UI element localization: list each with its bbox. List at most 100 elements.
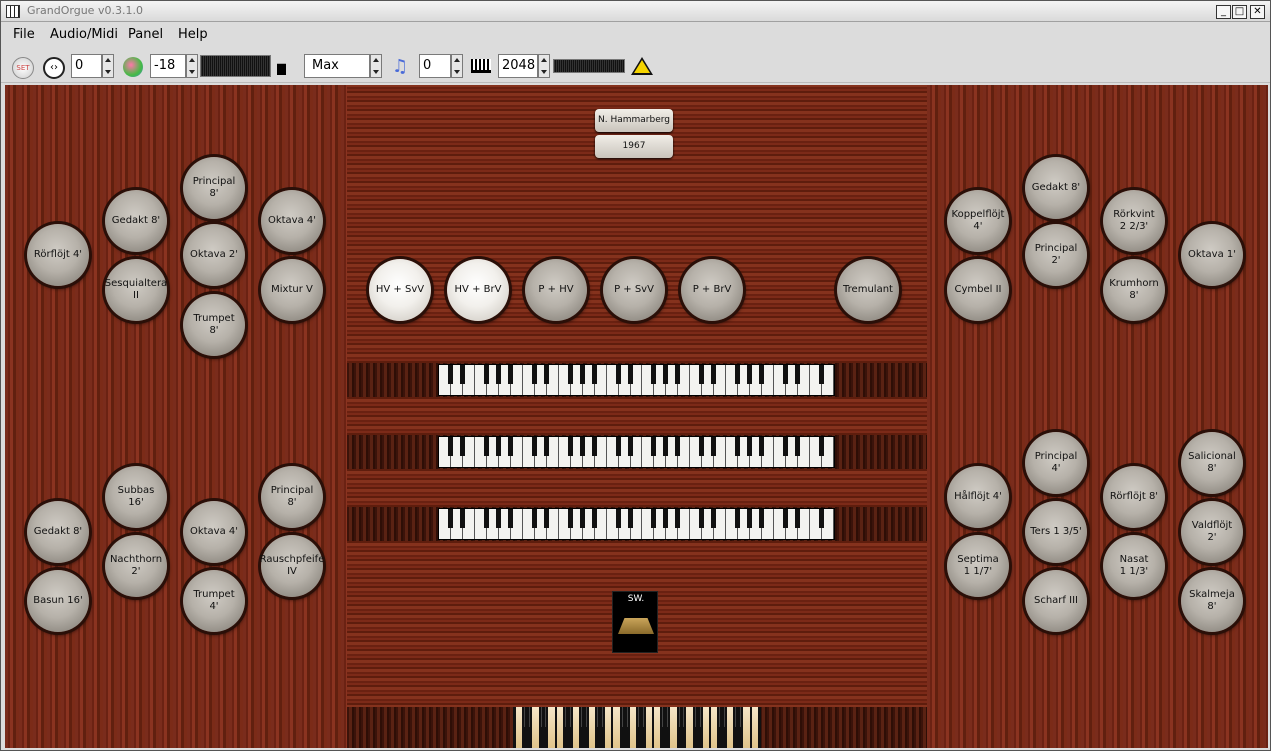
pedal-natural[interactable] [613,707,620,748]
black-key[interactable] [627,437,633,456]
black-key[interactable] [507,365,513,384]
black-key[interactable] [531,437,537,456]
pedal-natural[interactable] [548,707,555,748]
white-key[interactable] [606,437,621,467]
black-key[interactable] [699,437,705,456]
white-key[interactable] [810,509,824,539]
black-key[interactable] [663,437,669,456]
stop-knob[interactable]: Scharf III [1025,570,1087,632]
pedal-natural[interactable] [532,707,539,748]
white-key[interactable] [606,365,621,395]
black-key[interactable] [699,509,705,528]
coupler-knob[interactable]: P + BrV [681,259,743,321]
pedal-sharp[interactable] [637,707,644,727]
stop-knob[interactable]: Septima 1 1/7' [947,535,1009,597]
white-key[interactable] [642,437,657,467]
coupler-knob[interactable]: HV + SvV [369,259,431,321]
black-key[interactable] [543,509,549,528]
pedal-sharp[interactable] [735,707,742,727]
black-key[interactable] [591,509,597,528]
white-key[interactable] [690,437,705,467]
white-key[interactable] [726,365,741,395]
black-key[interactable] [531,509,537,528]
set-button[interactable]: SET [12,57,34,79]
memory-level-input[interactable]: 0 [71,54,102,78]
white-key[interactable] [558,365,573,395]
stop-knob[interactable]: Gedakt 8' [105,190,167,252]
pedal-natural[interactable] [516,707,523,748]
pedal-natural[interactable] [727,707,734,748]
black-key[interactable] [615,365,621,384]
black-key[interactable] [543,437,549,456]
black-key[interactable] [759,365,765,384]
volume-stepper[interactable] [186,54,198,78]
white-key[interactable] [726,509,741,539]
polyphony-mode-chevron-icon[interactable] [370,54,382,78]
pedal-sharp[interactable] [694,707,701,727]
black-key[interactable] [747,437,753,456]
black-key[interactable] [447,437,453,456]
stop-knob[interactable]: Sesquialtera II [105,259,167,321]
transpose-stepper[interactable] [451,54,463,78]
white-key[interactable] [474,437,489,467]
black-key[interactable] [591,365,597,384]
white-key[interactable] [642,509,657,539]
stop-knob[interactable]: Valdflöjt 2' [1181,501,1243,563]
white-key[interactable] [774,437,789,467]
black-key[interactable] [459,437,465,456]
transpose-input[interactable]: 0 [419,54,451,78]
black-key[interactable] [483,437,489,456]
stop-knob[interactable]: Trumpet 4' [183,570,245,632]
stop-knob[interactable]: Trumpet 8' [183,294,245,356]
white-key[interactable] [439,509,453,539]
white-key[interactable] [810,365,824,395]
white-key[interactable] [690,365,705,395]
black-key[interactable] [531,365,537,384]
stop-knob[interactable]: Mixtur V [261,259,323,321]
coupler-knob[interactable]: P + HV [525,259,587,321]
black-key[interactable] [615,437,621,456]
stop-knob[interactable]: Principal 2' [1025,224,1087,286]
pedal-sharp[interactable] [581,707,587,727]
stop-knob[interactable]: Hålflöjt 4' [947,466,1009,528]
black-key[interactable] [735,509,741,528]
white-key[interactable] [558,509,573,539]
white-key[interactable] [810,437,824,467]
black-key[interactable] [747,365,753,384]
black-key[interactable] [567,509,573,528]
black-key[interactable] [663,365,669,384]
black-key[interactable] [591,437,597,456]
stop-knob[interactable]: Cymbel II [947,259,1009,321]
black-key[interactable] [819,509,824,528]
stop-knob[interactable]: Oktava 1' [1181,224,1243,286]
stop-knob[interactable]: Salicional 8' [1181,432,1243,494]
menu-file[interactable]: File [13,27,35,42]
stop-knob[interactable]: Oktava 2' [183,224,245,286]
pedal-natural[interactable] [670,707,677,748]
stop-knob[interactable]: Rörkvint 2 2/3' [1103,190,1165,252]
black-key[interactable] [783,365,789,384]
black-key[interactable] [663,509,669,528]
black-key[interactable] [627,365,633,384]
polyphony-input[interactable]: 2048 [498,54,538,78]
pedal-natural[interactable] [572,707,580,748]
stop-knob[interactable]: Principal 8' [183,157,245,219]
menu-help[interactable]: Help [178,27,208,42]
white-key[interactable] [522,509,537,539]
polyphony-mode-select[interactable]: Max [304,54,370,78]
black-key[interactable] [543,365,549,384]
black-key[interactable] [783,437,789,456]
black-key[interactable] [579,437,585,456]
black-key[interactable] [819,365,824,384]
black-key[interactable] [795,509,801,528]
pedal-natural[interactable] [645,707,653,748]
black-key[interactable] [795,365,801,384]
black-key[interactable] [579,365,585,384]
stop-knob[interactable]: Rörflöjt 8' [1103,466,1165,528]
stop-knob[interactable]: Rauschpfeife IV [260,535,324,597]
stop-knob[interactable]: Gedakt 8' [27,501,89,563]
pedal-natural[interactable] [556,707,563,748]
black-key[interactable] [675,509,681,528]
white-key[interactable] [606,509,621,539]
pedal-natural[interactable] [588,707,596,748]
